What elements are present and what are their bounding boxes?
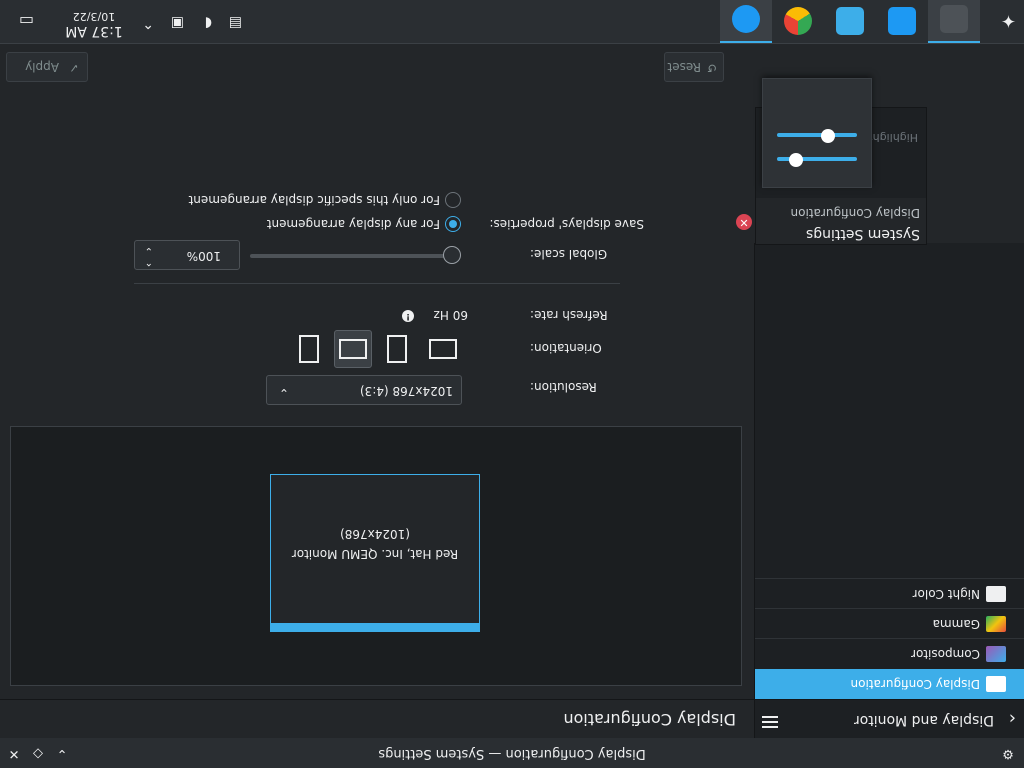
night-color-icon — [986, 586, 1006, 602]
spin-up-icon[interactable]: ⌃ — [145, 256, 153, 267]
sidebar-title: Display and Monitor — [853, 712, 994, 728]
taskbar-tooltip: Highlight Changed Settings System Settin… — [755, 78, 927, 245]
compositor-icon — [986, 646, 1006, 662]
sidebar-header: ‹ Display and Monitor — [755, 699, 1024, 738]
taskbar: ✦ ▤ ◖ ▣ ⌃ 1:37 AM 10/3/22 ▭ — [0, 0, 1024, 44]
option-any-arrangement[interactable]: For any display arrangement — [267, 217, 440, 231]
expand-tray-icon[interactable]: ⌃ — [142, 15, 154, 31]
display-icon — [986, 676, 1006, 692]
gamma-icon — [986, 616, 1006, 632]
global-scale-spinbox[interactable]: 100% ⌃ ⌄ — [134, 240, 240, 270]
chevron-left-icon[interactable]: ‹ — [1009, 708, 1016, 729]
sidebar-item-compositor[interactable]: Compositor — [755, 638, 1024, 669]
monitor-tile-accent — [271, 623, 479, 631]
page-title: Display Configuration — [563, 710, 736, 729]
check-icon: ✓ — [68, 61, 79, 75]
resolution-dropdown[interactable]: 1024x768 (4:3) ⌄ — [266, 375, 462, 405]
clock[interactable]: 1:37 AM 10/3/22 — [62, 10, 126, 39]
divider — [134, 283, 620, 284]
window-thumbnail[interactable] — [762, 78, 872, 188]
orientation-portrait-flipped-icon[interactable] — [292, 332, 326, 366]
refresh-rate-value: 60 Hz — [433, 308, 468, 322]
chrome-icon — [784, 7, 812, 35]
monitor-name: Red Hat, Inc. QEMU Monitor — [291, 547, 459, 561]
close-circle-icon[interactable]: ✕ — [736, 214, 752, 230]
taskbar-chrome[interactable] — [772, 0, 824, 43]
clock-time: 1:37 AM — [65, 23, 123, 39]
option-specific-arrangement[interactable]: For only this specific display arrangeme… — [189, 193, 440, 207]
clipboard-icon[interactable]: ▤ — [229, 15, 242, 31]
apply-button[interactable]: ✓ Apply — [6, 52, 88, 82]
sidebar: ‹ Display and Monitor Display Configurat… — [754, 243, 1024, 738]
desktop-icon — [836, 7, 864, 35]
global-scale-slider-handle[interactable] — [443, 246, 461, 264]
save-properties-label: Save displays' properties: — [489, 217, 644, 231]
taskbar-system-settings[interactable] — [928, 0, 980, 43]
maximize-icon[interactable]: ◇ — [30, 745, 46, 761]
sidebar-item-display-configuration[interactable]: Display Configuration — [755, 669, 1024, 699]
info-icon[interactable]: ! — [402, 310, 414, 322]
resolution-label: Resolution: — [530, 380, 597, 394]
taskbar-thunderbird[interactable] — [720, 0, 772, 43]
sidebar-item-night-color[interactable]: Night Color — [755, 578, 1024, 609]
network-icon[interactable]: ▣ — [171, 15, 184, 31]
popup-title: System Settings — [805, 226, 920, 242]
kde-launcher-icon[interactable]: ✦ — [992, 10, 1016, 31]
monitor-tile[interactable]: Red Hat, Inc. QEMU Monitor (1024x768) — [270, 474, 480, 632]
monitor-resolution: (1024x768) — [340, 527, 410, 541]
hamburger-menu-icon[interactable] — [762, 714, 778, 728]
taskbar-desktop[interactable] — [824, 0, 876, 43]
popup-subtitle: Display Configuration — [790, 206, 920, 220]
clock-date: 10/3/22 — [72, 10, 116, 23]
reset-button[interactable]: ↺ Reset — [664, 52, 724, 82]
taskbar-discover[interactable] — [876, 0, 928, 43]
volume-icon[interactable]: ◖ — [205, 15, 212, 31]
window-title: Display Configuration — System Settings — [378, 746, 646, 761]
system-settings-icon — [940, 5, 968, 33]
orientation-landscape-flipped-icon[interactable] — [334, 330, 372, 368]
close-icon[interactable]: ✕ — [6, 745, 22, 761]
thunderbird-icon — [732, 5, 760, 33]
title-bar: ⚙ Display Configuration — System Setting… — [0, 738, 1024, 768]
chevron-down-icon: ⌄ — [278, 386, 289, 400]
global-scale-label: Global scale: — [530, 247, 608, 261]
reset-icon: ↺ — [706, 61, 717, 75]
orientation-portrait-icon[interactable] — [380, 332, 414, 366]
refresh-rate-label: Refresh rate: — [530, 308, 608, 322]
show-desktop-icon[interactable]: ▭ — [19, 12, 34, 31]
orientation-label: Orientation: — [530, 341, 602, 355]
radio-specific-arrangement[interactable] — [445, 192, 461, 208]
radio-any-arrangement[interactable] — [445, 216, 461, 232]
page-header: Display Configuration — [0, 699, 754, 738]
sidebar-item-gamma[interactable]: Gamma — [755, 608, 1024, 639]
global-scale-slider[interactable] — [250, 254, 458, 258]
orientation-landscape-icon[interactable] — [426, 332, 460, 366]
minimize-icon[interactable]: ⌄ — [54, 745, 70, 761]
spin-down-icon[interactable]: ⌄ — [145, 245, 153, 256]
discover-icon — [888, 7, 916, 35]
